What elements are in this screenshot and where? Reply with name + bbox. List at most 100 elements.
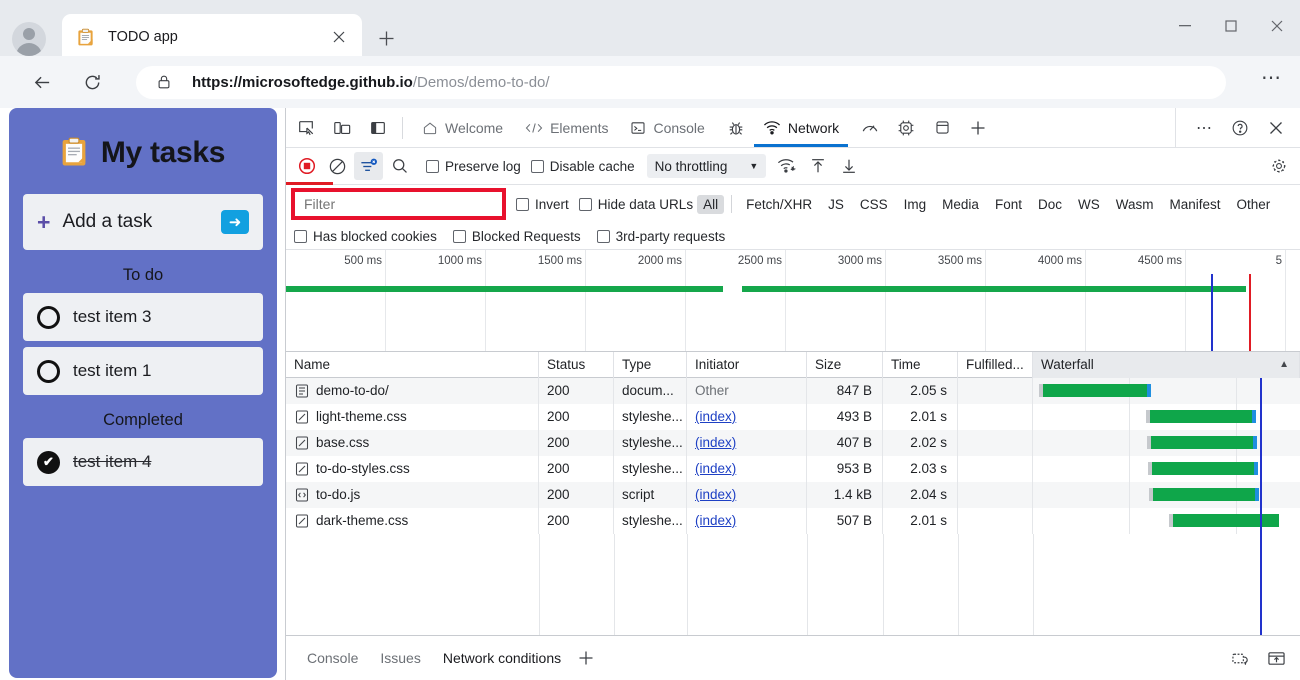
tab-welcome[interactable]: Welcome — [411, 108, 514, 147]
tab-label: Elements — [550, 120, 608, 136]
invert-checkbox[interactable]: Invert — [516, 197, 569, 212]
initiator-link[interactable]: (index) — [695, 409, 736, 424]
filter-input[interactable] — [295, 192, 502, 216]
clear-icon[interactable] — [323, 152, 352, 180]
initiator-link[interactable]: (index) — [695, 513, 736, 528]
cell-initiator[interactable]: (index) — [687, 508, 807, 534]
task-checkbox-checked[interactable]: ✔ — [37, 451, 60, 474]
cell-initiator[interactable]: (index) — [687, 404, 807, 430]
blocked-requests-checkbox[interactable]: Blocked Requests — [453, 229, 581, 244]
tab-close-icon[interactable] — [326, 24, 352, 50]
hide-data-urls-checkbox[interactable]: Hide data URLs — [579, 197, 693, 212]
table-row[interactable]: light-theme.css 200 styleshe... (index) … — [286, 404, 1300, 430]
column-header-time[interactable]: Time — [883, 352, 958, 378]
network-overview-timeline[interactable]: 500 ms 1000 ms 1500 ms 2000 ms 2500 ms 3… — [286, 249, 1300, 352]
disable-cache-checkbox[interactable]: Disable cache — [531, 159, 635, 174]
dock-side-icon[interactable] — [362, 112, 394, 144]
filter-type-all[interactable]: All — [697, 195, 724, 214]
filter-type-ws[interactable]: WS — [1072, 195, 1106, 214]
network-settings-gear-icon[interactable] — [1266, 153, 1292, 179]
help-icon[interactable] — [1224, 112, 1256, 144]
column-header-fulfilled[interactable]: Fulfilled... — [958, 352, 1033, 378]
column-header-waterfall[interactable]: Waterfall ▲ — [1033, 352, 1300, 378]
devtools-more-icon[interactable]: ⋯ — [1188, 112, 1220, 144]
device-toggle-icon[interactable] — [326, 112, 358, 144]
browser-tab[interactable]: TODO app — [62, 14, 362, 60]
task-item[interactable]: ✔ test item 4 — [23, 438, 263, 486]
task-label: test item 1 — [73, 361, 151, 381]
cell-initiator[interactable]: (index) — [687, 456, 807, 482]
add-task-input[interactable]: Add a task — [62, 211, 221, 233]
tab-elements[interactable]: Elements — [514, 108, 619, 147]
checkbox-label: Preserve log — [445, 159, 521, 174]
drawer-tab-network-conditions[interactable]: Network conditions — [432, 645, 572, 671]
filter-input-wrapper[interactable] — [291, 188, 506, 220]
cell-initiator[interactable]: (index) — [687, 482, 807, 508]
settings-gear-icon[interactable] — [890, 112, 922, 144]
cell-initiator[interactable]: (index) — [687, 430, 807, 456]
throttling-dropdown[interactable]: No throttling ▼ — [647, 154, 767, 178]
new-tab-button[interactable] — [372, 24, 400, 52]
screencast-icon[interactable] — [1226, 645, 1254, 671]
filter-icon[interactable] — [354, 152, 383, 180]
initiator-link[interactable]: (index) — [695, 487, 736, 502]
tab-network[interactable]: Network — [752, 108, 850, 147]
filter-type-media[interactable]: Media — [936, 195, 985, 214]
filter-type-other[interactable]: Other — [1231, 195, 1277, 214]
filter-type-manifest[interactable]: Manifest — [1163, 195, 1226, 214]
minimize-button[interactable] — [1162, 0, 1208, 52]
search-icon[interactable] — [385, 152, 414, 180]
column-header-initiator[interactable]: Initiator — [687, 352, 807, 378]
add-task-submit-button[interactable]: ➜ — [221, 210, 249, 234]
drawer-add-tab-button[interactable] — [572, 645, 600, 671]
has-blocked-cookies-checkbox[interactable]: Has blocked cookies — [294, 229, 437, 244]
performance-icon[interactable] — [854, 112, 886, 144]
dom-content-loaded-marker — [1211, 274, 1213, 352]
export-icon[interactable] — [834, 152, 863, 180]
initiator-link[interactable]: (index) — [695, 461, 736, 476]
back-button[interactable] — [26, 66, 58, 98]
table-row[interactable]: base.css 200 styleshe... (index) 407 B 2… — [286, 430, 1300, 456]
bug-icon[interactable] — [720, 112, 752, 144]
filter-type-img[interactable]: Img — [898, 195, 933, 214]
table-row[interactable]: dark-theme.css 200 styleshe... (index) 5… — [286, 508, 1300, 534]
drawer-tab-console[interactable]: Console — [296, 645, 369, 671]
table-row[interactable]: to-do-styles.css 200 styleshe... (index)… — [286, 456, 1300, 482]
task-checkbox[interactable] — [37, 306, 60, 329]
close-button[interactable] — [1254, 0, 1300, 52]
maximize-button[interactable] — [1208, 0, 1254, 52]
reload-button[interactable] — [76, 66, 108, 98]
profile-avatar[interactable] — [12, 22, 46, 56]
address-bar[interactable]: https://microsoftedge.github.io/Demos/de… — [136, 66, 1226, 99]
devtools-close-icon[interactable] — [1260, 112, 1292, 144]
application-icon[interactable] — [926, 112, 958, 144]
task-item[interactable]: test item 3 — [23, 293, 263, 341]
task-item[interactable]: test item 1 — [23, 347, 263, 395]
filter-type-wasm[interactable]: Wasm — [1110, 195, 1160, 214]
column-header-status[interactable]: Status — [539, 352, 614, 378]
import-icon[interactable] — [803, 152, 832, 180]
initiator-link[interactable]: (index) — [695, 435, 736, 450]
browser-settings-icon[interactable]: ⋯ — [1261, 73, 1282, 83]
drawer-tab-issues[interactable]: Issues — [369, 645, 431, 671]
column-header-size[interactable]: Size — [807, 352, 883, 378]
column-header-name[interactable]: Name — [286, 352, 539, 378]
task-checkbox[interactable] — [37, 360, 60, 383]
add-task-row[interactable]: + Add a task ➜ — [23, 194, 263, 250]
preserve-log-checkbox[interactable]: Preserve log — [426, 159, 521, 174]
filter-type-js[interactable]: JS — [822, 195, 850, 214]
filter-type-doc[interactable]: Doc — [1032, 195, 1068, 214]
column-header-type[interactable]: Type — [614, 352, 687, 378]
tab-console[interactable]: Console — [619, 108, 715, 147]
filter-type-css[interactable]: CSS — [854, 195, 894, 214]
dock-bottom-icon[interactable] — [1262, 645, 1290, 671]
inspect-icon[interactable] — [290, 112, 322, 144]
third-party-requests-checkbox[interactable]: 3rd-party requests — [597, 229, 726, 244]
record-stop-icon[interactable] — [292, 152, 321, 180]
table-row[interactable]: demo-to-do/ 200 docum... Other 847 B 2.0… — [286, 378, 1300, 404]
add-panel-button[interactable] — [962, 112, 994, 144]
filter-type-font[interactable]: Font — [989, 195, 1028, 214]
filter-type-fetchxhr[interactable]: Fetch/XHR — [740, 195, 818, 214]
network-conditions-icon[interactable] — [772, 152, 801, 180]
table-row[interactable]: to-do.js 200 script (index) 1.4 kB 2.04 … — [286, 482, 1300, 508]
